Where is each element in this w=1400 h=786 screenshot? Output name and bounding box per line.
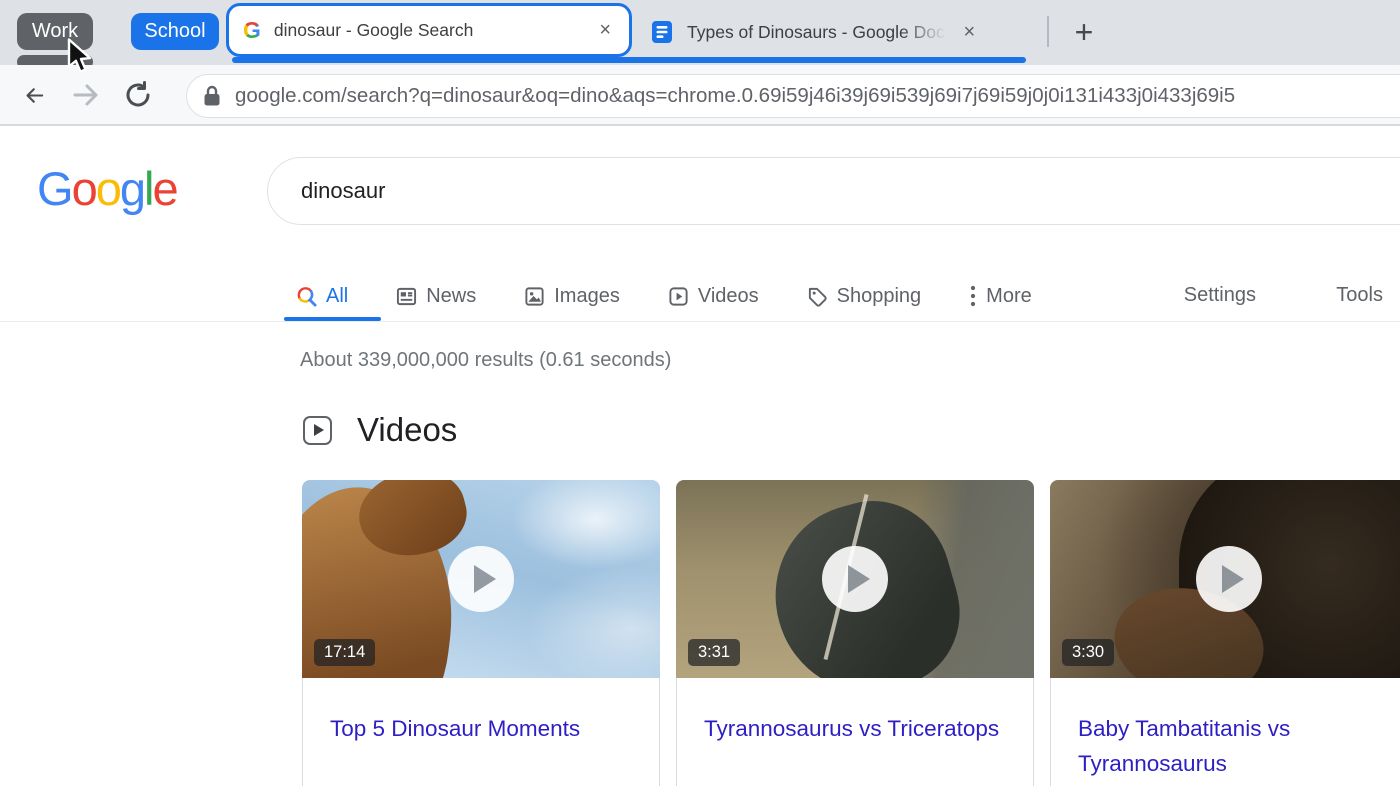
google-results-page: Google dinosaur All	[0, 128, 1400, 786]
tab-all-label: All	[326, 285, 348, 308]
browser-window: Work School G dinosaur - Google Search ×…	[0, 0, 1400, 786]
video-play-box-icon	[303, 416, 332, 445]
results-nav-tabs: All News Images	[296, 276, 1032, 316]
videos-heading-text: Videos	[357, 411, 457, 449]
video-card-body: Baby Tambatitanis vs Tyrannosaurus	[1050, 678, 1400, 786]
tab-shopping-label: Shopping	[837, 285, 922, 308]
back-button[interactable]	[18, 79, 50, 111]
tab-news-label: News	[426, 285, 476, 308]
video-thumbnail-sauropod[interactable]: 3:31	[676, 480, 1034, 678]
google-docs-icon	[650, 20, 674, 44]
tools-button[interactable]: Tools	[1336, 284, 1383, 307]
forward-button[interactable]	[70, 79, 102, 111]
tab-title: Types of Dinosaurs - Google Docs	[687, 22, 954, 43]
tab-group-school[interactable]: School	[131, 13, 219, 50]
tab-google-docs[interactable]: Types of Dinosaurs - Google Docs ×	[650, 10, 1034, 54]
video-card[interactable]: 3:30 Baby Tambatitanis vs Tyrannosaurus	[1050, 480, 1400, 786]
address-bar[interactable]: google.com/search?q=dinosaur&oq=dino&aqs…	[186, 74, 1400, 118]
play-button-icon[interactable]	[822, 546, 888, 612]
tab-more-label: More	[986, 285, 1032, 308]
tab-more[interactable]: More	[969, 284, 1032, 308]
videos-section-heading: Videos	[303, 411, 457, 449]
logo-letter: o	[96, 162, 120, 215]
video-title-link[interactable]: Tyrannosaurus vs Triceratops	[704, 711, 1013, 746]
settings-button[interactable]: Settings	[1184, 284, 1256, 307]
back-arrow-icon	[24, 85, 45, 106]
secure-lock-icon	[203, 85, 221, 107]
nav-divider	[0, 321, 1400, 322]
results-stats: About 339,000,000 results (0.61 seconds)	[300, 349, 671, 372]
video-duration-badge: 3:31	[688, 639, 740, 666]
google-g-favicon-icon: G	[243, 19, 261, 42]
video-duration-badge: 17:14	[314, 639, 375, 666]
google-logo[interactable]: Google	[37, 161, 177, 216]
video-card[interactable]: 17:14 Top 5 Dinosaur Moments	[302, 480, 660, 786]
mouse-cursor	[66, 38, 96, 74]
tab-videos[interactable]: Videos	[668, 285, 759, 308]
close-tab-icon[interactable]: ×	[595, 18, 615, 42]
images-icon	[524, 286, 545, 307]
more-dots-icon	[969, 284, 977, 308]
new-tab-button[interactable]: +	[1064, 12, 1104, 52]
video-cards-row: 17:14 Top 5 Dinosaur Moments 3:31 Tyrann…	[302, 480, 1400, 786]
browser-toolbar: google.com/search?q=dinosaur&oq=dino&aqs…	[0, 65, 1400, 126]
video-card[interactable]: 3:31 Tyrannosaurus vs Triceratops	[676, 480, 1034, 786]
forward-arrow-icon	[71, 80, 101, 110]
video-card-body: Tyrannosaurus vs Triceratops	[676, 678, 1034, 786]
tab-strip: Work School G dinosaur - Google Search ×…	[0, 0, 1400, 65]
url-text: google.com/search?q=dinosaur&oq=dino&aqs…	[235, 84, 1235, 108]
tab-title: dinosaur - Google Search	[274, 20, 595, 41]
shopping-tag-icon	[807, 286, 828, 307]
reload-icon	[123, 80, 153, 110]
tab-shopping[interactable]: Shopping	[807, 285, 922, 308]
video-title-link[interactable]: Top 5 Dinosaur Moments	[330, 711, 639, 746]
tab-images[interactable]: Images	[524, 285, 620, 308]
video-card-body: Top 5 Dinosaur Moments	[302, 678, 660, 786]
logo-letter: g	[120, 162, 144, 215]
tab-videos-label: Videos	[698, 285, 759, 308]
search-query-text: dinosaur	[301, 178, 385, 204]
logo-letter: e	[152, 162, 176, 215]
tab-strip-divider	[1047, 16, 1049, 47]
logo-letter: o	[72, 162, 96, 215]
close-tab-icon[interactable]: ×	[960, 20, 980, 44]
videos-icon	[668, 286, 689, 307]
tab-all[interactable]: All	[296, 285, 348, 308]
video-title-link[interactable]: Baby Tambatitanis vs Tyrannosaurus	[1078, 711, 1387, 781]
video-duration-badge: 3:30	[1062, 639, 1114, 666]
reload-button[interactable]	[122, 79, 154, 111]
play-button-icon[interactable]	[448, 546, 514, 612]
video-thumbnail-tyrannosaurus[interactable]: 3:30	[1050, 480, 1400, 678]
tab-group-underline	[232, 57, 1026, 63]
tab-active-google-search[interactable]: G dinosaur - Google Search ×	[226, 3, 632, 57]
tab-images-label: Images	[554, 285, 620, 308]
google-search-icon	[296, 286, 317, 307]
play-button-icon[interactable]	[1196, 546, 1262, 612]
news-icon	[396, 286, 417, 307]
tab-title-fade	[902, 22, 954, 43]
search-input[interactable]: dinosaur	[267, 157, 1400, 225]
logo-letter: G	[37, 162, 72, 215]
active-tab-underline	[284, 317, 381, 321]
tab-news[interactable]: News	[396, 285, 476, 308]
tab-group-school-label: School	[144, 20, 205, 43]
video-thumbnail-carnotaurus[interactable]: 17:14	[302, 480, 660, 678]
